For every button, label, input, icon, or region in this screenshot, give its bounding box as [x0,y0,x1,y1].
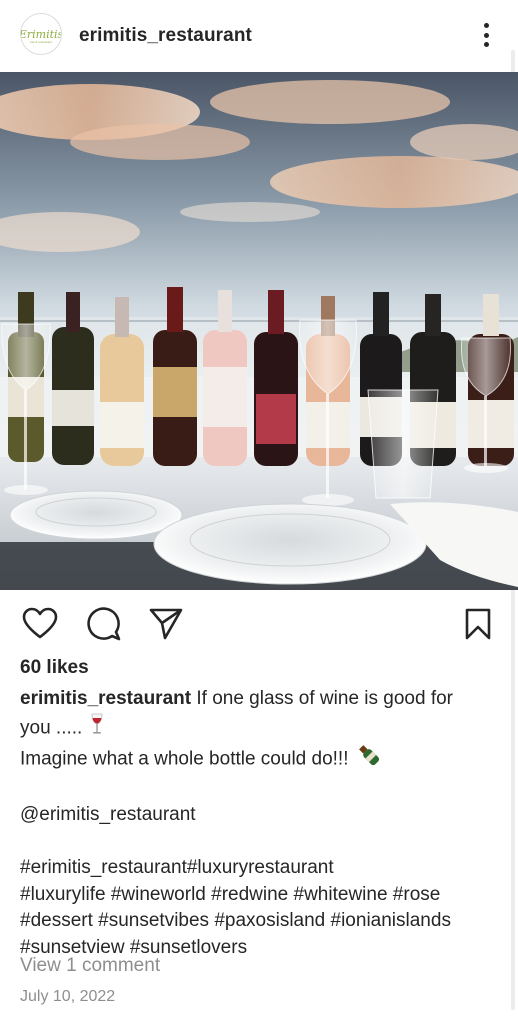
comment-icon[interactable] [84,604,124,644]
bookmark-icon[interactable] [458,604,498,644]
caption-hashtags-line-2[interactable]: #luxurylife #wineworld #redwine #whitewi… [20,882,490,909]
avatar[interactable]: Erimitis bar & restaurant [20,13,62,55]
caption-username[interactable]: erimitis_restaurant [20,688,191,709]
caption-line-1: If one glass of wine is good for [196,688,454,709]
post-caption: erimitis_restaurant If one glass of wine… [20,686,490,961]
more-options-icon[interactable] [475,20,497,50]
wine-glass-emoji [90,713,104,744]
post-username[interactable]: erimitis_restaurant [79,25,252,47]
post-image[interactable] [0,72,518,590]
share-icon[interactable] [146,604,186,644]
bottle-emoji [356,743,382,776]
likes-count[interactable]: 60 likes [20,657,89,679]
post-header: Erimitis bar & restaurant erimitis_resta… [0,0,518,72]
avatar-logo-subtext: bar & restaurant [30,40,52,44]
caption-hashtags-line-1[interactable]: #erimitis_restaurant#luxuryrestaurant [20,855,490,882]
post-actions [0,598,518,650]
caption-line-2: you ..... [20,716,83,738]
caption-hashtags-line-3[interactable]: #dessert #sunsetvibes #paxosisland #ioni… [20,908,490,935]
caption-line-3: Imagine what a whole bottle could do!!! [20,748,349,770]
caption-mention[interactable]: @erimitis_restaurant [20,802,490,829]
view-comments-link[interactable]: View 1 comment [20,955,160,977]
post-date: July 10, 2022 [20,988,116,1005]
avatar-logo-text: Erimitis [20,27,62,41]
heart-icon[interactable] [20,604,60,644]
